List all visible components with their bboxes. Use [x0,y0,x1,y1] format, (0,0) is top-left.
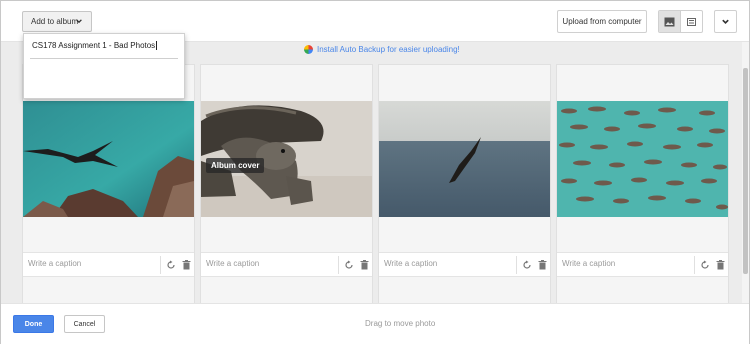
photo-card[interactable]: Write a caption [556,64,729,318]
done-label: Done [24,320,43,328]
divider [516,256,517,274]
trash-icon[interactable] [182,260,191,270]
auto-backup-text: Install Auto Backup for easier uploading… [317,45,460,54]
caption-field[interactable]: Write a caption [557,252,728,277]
divider [160,256,161,274]
album-dropdown: CS178 Assignment 1 - Bad Photos [23,33,185,99]
card-view-button[interactable] [680,11,702,32]
drag-hint: Drag to move photo [365,319,436,328]
rotate-icon[interactable] [700,260,710,270]
done-button[interactable]: Done [13,315,54,333]
cancel-button[interactable]: Cancel [64,315,105,333]
rotate-icon[interactable] [166,260,176,270]
pinwheel-icon [304,45,313,54]
chevron-down-icon [722,19,729,24]
caption-placeholder: Write a caption [28,259,82,268]
rotate-icon[interactable] [344,260,354,270]
photo-card[interactable]: Write a caption [378,64,551,318]
trash-icon[interactable] [360,260,369,270]
image-view-button[interactable] [659,11,680,32]
chevron-down-icon [76,19,82,24]
caption-field[interactable]: Write a caption [23,252,194,277]
photo-card[interactable]: Write a caption [22,64,195,318]
add-to-album-button[interactable]: Add to album [22,11,92,32]
scrollbar-thumb[interactable] [743,68,748,274]
trash-icon[interactable] [538,260,547,270]
upload-from-computer-button[interactable]: Upload from computer [557,10,647,33]
bottom-bar: Done Cancel Drag to move photo [1,303,749,344]
text-cursor [156,41,158,51]
image-view-icon [664,17,675,26]
photo-card[interactable]: Album cover Write a caption [200,64,373,318]
album-name-input[interactable]: CS178 Assignment 1 - Bad Photos [32,41,158,51]
photo-bird-flock [557,101,728,217]
rotate-icon[interactable] [522,260,532,270]
add-to-album-label: Add to album [31,17,79,26]
upload-label: Upload from computer [562,17,642,26]
caption-placeholder: Write a caption [562,259,616,268]
photo-frigatebird [23,101,194,217]
caption-field[interactable]: Write a caption [379,252,550,277]
trash-icon[interactable] [716,260,725,270]
input-underline [30,58,178,59]
album-name-value: CS178 Assignment 1 - Bad Photos [32,41,156,50]
view-toggle [658,10,703,33]
divider [338,256,339,274]
cancel-label: Cancel [73,320,96,328]
caption-field[interactable]: Write a caption [201,252,372,277]
auto-backup-link[interactable]: Install Auto Backup for easier uploading… [304,45,460,54]
caption-placeholder: Write a caption [206,259,260,268]
caption-placeholder: Write a caption [384,259,438,268]
album-cover-badge: Album cover [206,158,265,173]
card-view-icon [687,17,696,26]
upload-dialog: Add to album Upload from computer Instal… [0,0,750,344]
divider [694,256,695,274]
more-options-button[interactable] [714,10,737,33]
scrollbar[interactable] [742,42,749,303]
photo-bird-over-ocean [379,101,550,217]
